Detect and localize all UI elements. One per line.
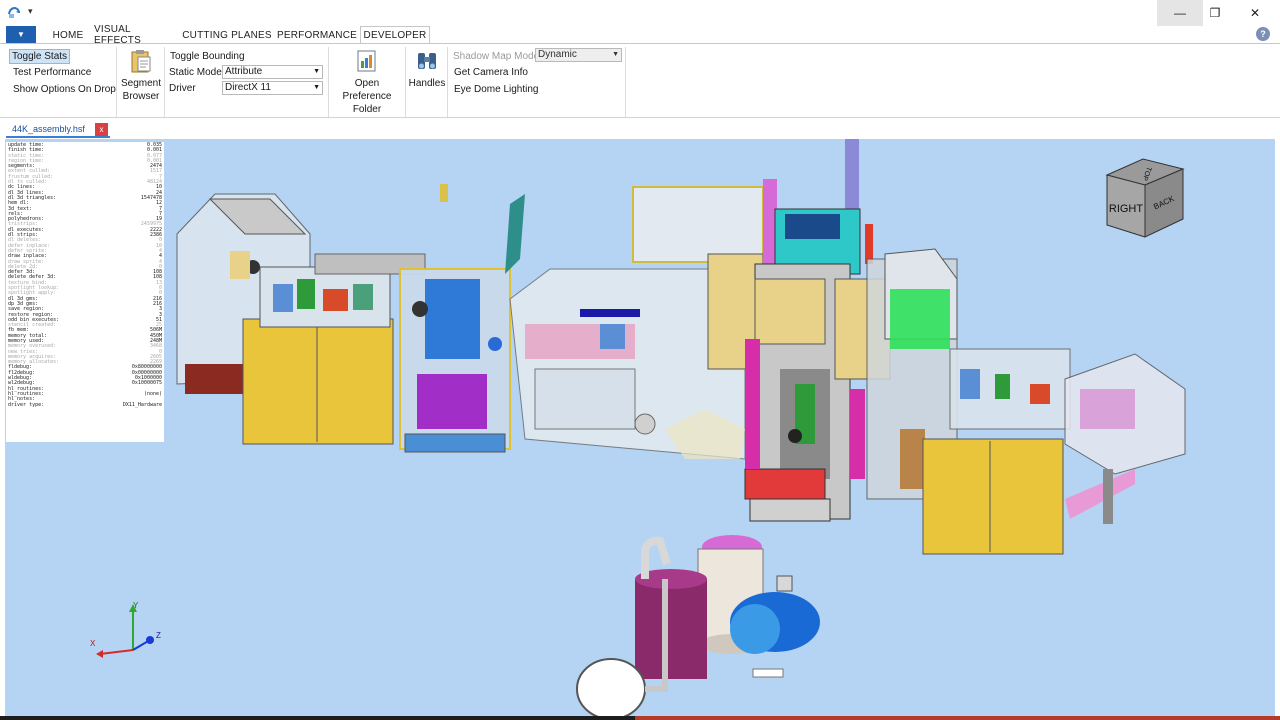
binoculars-icon — [418, 53, 436, 69]
taskbar-strip — [0, 716, 1280, 720]
close-icon[interactable]: x — [95, 123, 108, 136]
chevron-down-icon: ▼ — [612, 51, 619, 58]
tab-visual-effects[interactable]: VISUAL EFFECTS — [94, 24, 178, 46]
document-tabs: 44K_assembly.hsf x — [0, 119, 1280, 139]
ribbon-divider — [447, 47, 448, 117]
title-bar: ▾ — ❐ ✕ — [0, 0, 1280, 26]
segment-browser-label-1: Segment — [120, 78, 162, 89]
assembly-model[interactable] — [5, 139, 1275, 717]
toggle-bounding-button[interactable]: Toggle Bounding — [170, 51, 245, 62]
quick-access-dropdown-icon[interactable]: ▾ — [28, 6, 33, 17]
folder-chart-icon — [357, 50, 376, 72]
help-icon[interactable]: ? — [1256, 27, 1270, 41]
clipboard-icon — [131, 50, 151, 73]
z-axis-label: Z — [156, 631, 161, 640]
chevron-down-icon: ▼ — [313, 84, 320, 91]
ribbon-divider — [116, 47, 117, 117]
ribbon-divider — [625, 47, 626, 117]
app-logo-icon[interactable] — [7, 6, 21, 20]
shadow-map-mode-label: Shadow Map Mode — [453, 51, 540, 62]
close-button[interactable]: ✕ — [1232, 0, 1278, 26]
driver-value: DirectX 11 — [225, 82, 271, 93]
toggle-stats-button[interactable]: Toggle Stats — [9, 49, 71, 64]
middle-left-module — [399, 184, 525, 453]
stat-value: DX11_Hardware — [122, 401, 162, 408]
tab-home[interactable]: HOME — [46, 26, 90, 44]
driver-label: Driver — [169, 83, 196, 94]
shadow-map-mode-select[interactable]: Dynamic ▼ — [535, 48, 622, 62]
tank-group — [576, 535, 820, 717]
x-axis-label: X — [90, 639, 96, 648]
ribbon-panel: Toggle Stats Test Performance Show Optio… — [0, 43, 1280, 118]
taskbar-accent — [635, 716, 1280, 720]
open-preference-label-2: Folder — [352, 104, 382, 115]
z-axis-knob — [146, 636, 154, 644]
driver-select[interactable]: DirectX 11 ▼ — [222, 81, 323, 95]
stat-label: driver type: — [8, 401, 45, 408]
axis-triad: Y X Z — [90, 601, 161, 658]
static-model-select[interactable]: Attribute ▼ — [222, 65, 323, 79]
navigation-cube[interactable]: RIGHT BACK TOP — [1105, 157, 1185, 239]
3d-viewport[interactable] — [5, 139, 1275, 717]
ribbon-tabs: ▼ HOME VISUAL EFFECTS CUTTING PLANES PER… — [0, 24, 1280, 46]
left-module — [176, 193, 426, 445]
x-axis-arrow — [96, 650, 103, 658]
handles-label: Handles — [408, 78, 446, 89]
ribbon-divider — [164, 47, 165, 117]
eye-dome-lighting-button[interactable]: Eye Dome Lighting — [454, 84, 539, 95]
right-module — [866, 248, 1186, 555]
shadow-map-mode-value: Dynamic — [538, 49, 577, 60]
chevron-down-icon: ▼ — [17, 30, 25, 39]
navcube-right-label: RIGHT — [1109, 203, 1144, 215]
y-axis-label: Y — [133, 601, 139, 610]
stat-value: 0x10000075 — [131, 380, 162, 387]
open-preference-label-1: Open Preference — [342, 78, 392, 102]
tab-cutting-planes[interactable]: CUTTING PLANES — [182, 26, 272, 44]
static-model-value: Attribute — [225, 66, 263, 77]
stat-row: driver type: DX11_Hardware — [8, 401, 162, 408]
stats-panel: update time: 0.035 finish time: 0.001 static… — [6, 142, 164, 442]
tab-developer[interactable]: DEVELOPER — [360, 26, 430, 44]
static-model-label: Static Model — [169, 67, 225, 78]
chevron-down-icon: ▼ — [313, 68, 320, 75]
x-axis-line — [99, 649, 134, 655]
tab-performance[interactable]: PERFORMANCE — [276, 26, 358, 44]
stat-value: (none) — [143, 390, 162, 397]
test-performance-button[interactable]: Test Performance — [13, 67, 91, 78]
file-menu-button[interactable]: ▼ — [6, 26, 36, 43]
handles-button[interactable]: Handles — [408, 49, 446, 90]
show-options-on-drop-button[interactable]: Show Options On Drop — [13, 84, 116, 95]
ribbon-divider — [405, 47, 406, 117]
center-module — [509, 186, 764, 460]
get-camera-info-button[interactable]: Get Camera Info — [454, 67, 528, 78]
ribbon-divider — [328, 47, 329, 117]
open-preference-folder-button[interactable]: Open Preference Folder — [330, 49, 404, 116]
segment-browser-label-2: Browser — [122, 91, 160, 102]
segment-browser-button[interactable]: Segment Browser — [119, 49, 163, 103]
